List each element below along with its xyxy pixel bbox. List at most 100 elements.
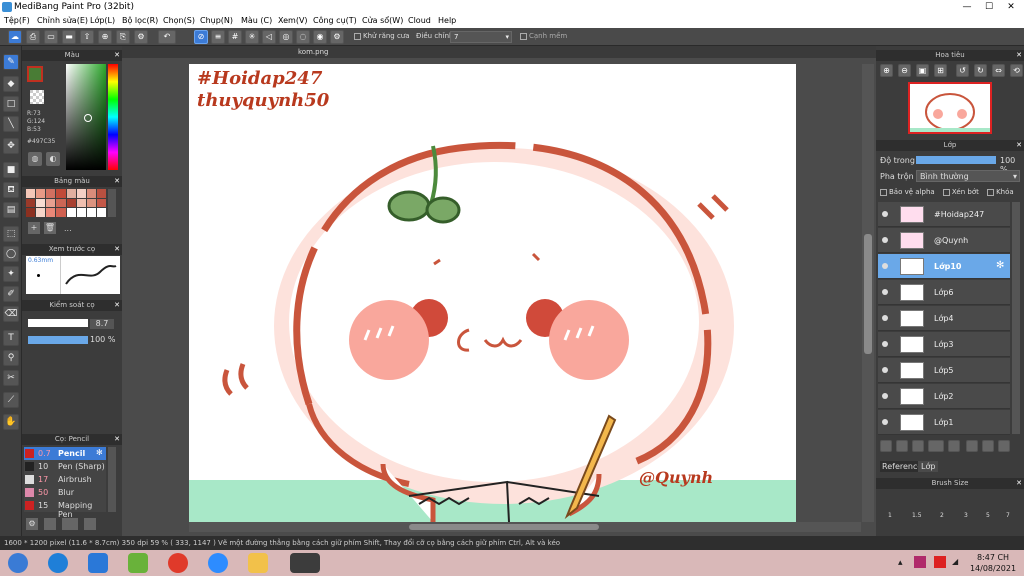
hue-slider[interactable] bbox=[108, 64, 118, 170]
close-icon[interactable]: ✕ bbox=[1000, 0, 1022, 14]
eye-icon[interactable] bbox=[882, 237, 888, 243]
palette-scrollbar[interactable] bbox=[108, 189, 116, 217]
lasso-tool-icon[interactable]: ◯ bbox=[3, 246, 19, 262]
snap-parallel-icon[interactable]: ≡ bbox=[211, 30, 225, 44]
layer-opacity-slider[interactable] bbox=[916, 156, 996, 164]
protect-alpha-checkbox[interactable] bbox=[880, 188, 887, 196]
palette-swatch[interactable] bbox=[76, 208, 86, 217]
layer-list-scrollbar[interactable] bbox=[1012, 202, 1020, 434]
gradient-tool-icon[interactable]: ▤ bbox=[3, 202, 19, 218]
clip-checkbox[interactable] bbox=[942, 188, 950, 196]
menu-window[interactable]: Cửa sổ(W) bbox=[362, 14, 403, 28]
palette-swatch[interactable] bbox=[36, 208, 46, 217]
layer-row[interactable]: Lớp5 bbox=[878, 358, 1010, 383]
layer-row[interactable]: #Hoidap247 bbox=[878, 202, 1010, 227]
panel-close-icon[interactable]: ✕ bbox=[114, 434, 120, 445]
menu-edit[interactable]: Chỉnh sửa(E) bbox=[37, 14, 88, 28]
brush-size-option[interactable]: 1.5 bbox=[912, 512, 922, 519]
layer-row[interactable]: Lớp6 bbox=[878, 280, 1010, 305]
eye-icon[interactable] bbox=[882, 367, 888, 373]
artwork-canvas[interactable]: #Hoidap247 thuyquynh50 @Quynh bbox=[189, 64, 796, 522]
maximize-icon[interactable]: ☐ bbox=[978, 0, 1000, 14]
move-tool-icon[interactable]: ✥ bbox=[3, 138, 19, 154]
color-sv-picker[interactable] bbox=[66, 64, 106, 170]
fill-rect-icon[interactable]: ■ bbox=[3, 162, 19, 178]
folder-icon[interactable] bbox=[948, 440, 960, 452]
minimize-icon[interactable]: — bbox=[956, 0, 978, 14]
background-color-swatch[interactable] bbox=[30, 90, 44, 104]
menu-layer[interactable]: Lớp(L) bbox=[90, 14, 115, 28]
palette-swatch[interactable] bbox=[86, 189, 96, 198]
menu-cloud[interactable]: Cloud bbox=[408, 14, 431, 28]
explorer-icon[interactable] bbox=[248, 553, 268, 573]
palette-swatch[interactable] bbox=[96, 189, 106, 198]
eye-icon[interactable] bbox=[882, 263, 888, 269]
hand-tool-icon[interactable]: ✋ bbox=[3, 414, 19, 430]
palette-swatch[interactable] bbox=[66, 189, 76, 198]
zoom-out-icon[interactable]: ⊖ bbox=[898, 64, 911, 77]
menu-filter[interactable]: Bộ lọc(R) bbox=[122, 14, 158, 28]
document-tab[interactable]: kom.png bbox=[298, 46, 328, 58]
snap-grid-icon[interactable]: # bbox=[228, 30, 242, 44]
comment-icon[interactable]: ▭ bbox=[44, 30, 58, 44]
brush-list-scrollbar[interactable] bbox=[108, 447, 116, 512]
brush-item-pen-sharp[interactable]: 10 Pen (Sharp) bbox=[24, 460, 106, 473]
color-eyedrop-icon[interactable]: ◐ bbox=[46, 152, 60, 166]
palette-swatch[interactable] bbox=[96, 208, 106, 217]
zalo-icon[interactable] bbox=[88, 553, 108, 573]
layer-row[interactable]: Lớp4 bbox=[878, 306, 1010, 331]
palette-swatch[interactable] bbox=[26, 208, 36, 217]
chrome-icon[interactable] bbox=[168, 553, 188, 573]
palette-swatch[interactable] bbox=[96, 198, 106, 208]
panel-close-icon[interactable]: ✕ bbox=[114, 244, 120, 255]
duplicate-layer-icon[interactable] bbox=[966, 440, 978, 452]
brush-item-pencil[interactable]: 0.7 Pencil ✻ bbox=[24, 447, 106, 460]
eraser-tool-icon[interactable]: ◆ bbox=[3, 76, 19, 92]
palette-swatch[interactable] bbox=[36, 198, 46, 208]
new-brush-icon[interactable] bbox=[44, 518, 56, 530]
flip-icon[interactable]: ⇔ bbox=[992, 64, 1005, 77]
eye-icon[interactable] bbox=[882, 315, 888, 321]
clock[interactable]: 8:47 CH 14/08/2021 bbox=[968, 552, 1018, 574]
snap-settings-icon[interactable]: ⚙ bbox=[330, 30, 344, 44]
menu-capture[interactable]: Chụp(N) bbox=[200, 14, 233, 28]
palette-more[interactable]: ... bbox=[64, 224, 72, 233]
brush-size-option[interactable]: 7 bbox=[1006, 512, 1010, 519]
bucket-tool-icon[interactable]: ⛾ bbox=[3, 182, 19, 198]
palette-swatch[interactable] bbox=[56, 198, 66, 208]
menu-help[interactable]: Help bbox=[438, 14, 456, 28]
tray-v-icon[interactable] bbox=[934, 556, 946, 568]
rotate-left-icon[interactable]: ↺ bbox=[956, 64, 969, 77]
palette-swatch[interactable] bbox=[66, 198, 76, 208]
palette-swatch[interactable] bbox=[26, 198, 36, 208]
brush-menu-icon[interactable] bbox=[62, 518, 78, 530]
snap-off-icon[interactable]: ⊘ bbox=[194, 30, 208, 44]
palette-swatch[interactable] bbox=[66, 208, 76, 217]
layer-row[interactable]: Lớp3 bbox=[878, 332, 1010, 357]
brush-props-icon[interactable] bbox=[84, 518, 96, 530]
panel-close-icon[interactable]: ✕ bbox=[114, 50, 120, 61]
soft-edge-checkbox[interactable] bbox=[520, 32, 527, 40]
menu-tools[interactable]: Công cụ(T) bbox=[313, 14, 357, 28]
gear-icon[interactable]: ✻ bbox=[96, 448, 103, 457]
brush-size-option[interactable]: 2 bbox=[940, 512, 944, 519]
cloud-icon[interactable]: ☁ bbox=[8, 30, 22, 44]
layer-menu-icon[interactable] bbox=[928, 440, 944, 452]
lock-checkbox[interactable] bbox=[987, 188, 995, 196]
panel-close-icon[interactable]: ✕ bbox=[1016, 50, 1022, 61]
layer-row[interactable]: Lớp2 bbox=[878, 384, 1010, 409]
actual-size-icon[interactable]: ⊞ bbox=[934, 64, 947, 77]
brush-size-value[interactable]: 8.7 bbox=[90, 319, 114, 329]
tab-layer[interactable]: Lớp bbox=[918, 461, 939, 472]
ie-icon[interactable] bbox=[48, 553, 68, 573]
new-8bit-layer-icon[interactable] bbox=[912, 440, 924, 452]
palette-swatch[interactable] bbox=[56, 189, 66, 198]
delete-layer-icon[interactable] bbox=[998, 440, 1010, 452]
magic-wand-icon[interactable]: ✦ bbox=[3, 266, 19, 282]
layer-row[interactable]: Lớp1 bbox=[878, 410, 1010, 435]
menu-view[interactable]: Xem(V) bbox=[278, 14, 308, 28]
merge-down-icon[interactable] bbox=[982, 440, 994, 452]
panel-close-icon[interactable]: ✕ bbox=[114, 300, 120, 311]
foreground-color-swatch[interactable] bbox=[27, 66, 43, 82]
upload-icon[interactable]: ⇧ bbox=[80, 30, 94, 44]
